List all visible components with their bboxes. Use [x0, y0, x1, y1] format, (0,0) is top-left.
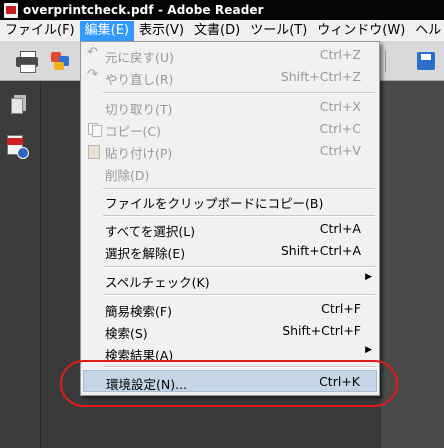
menu-file[interactable]: ファイル(F) — [0, 21, 80, 41]
undo-icon — [87, 45, 100, 61]
menu-help[interactable]: ヘル — [410, 21, 444, 41]
menu-item-shortcut: Ctrl+A — [319, 221, 361, 236]
page-thumbnails-icon[interactable] — [11, 95, 27, 115]
menu-item-shortcut: Ctrl+X — [319, 99, 361, 114]
submenu-arrow-icon: ▶ — [365, 345, 372, 355]
menu-item-label: ファイルをクリップボードにコピー(B) — [105, 196, 324, 211]
highlight-circle-annotation — [60, 360, 398, 407]
menu-bar: ファイル(F) 編集(E) 表示(V) 文書(D) ツール(T) ウィンドウ(W… — [0, 20, 444, 42]
menu-item-copy: コピー(C) Ctrl+C — [83, 118, 377, 140]
menu-item-label: 元に戻す(U) — [105, 50, 174, 65]
save-icon[interactable] — [414, 48, 440, 74]
menu-item-label: 検索(S) — [105, 326, 148, 341]
copy-icon — [87, 122, 102, 137]
menu-item-label: 簡易検索(F) — [105, 304, 172, 319]
print-icon[interactable] — [14, 48, 40, 74]
menu-item-search[interactable]: 検索(S) Shift+Ctrl+F — [83, 320, 377, 342]
menu-item-label: すべてを選択(L) — [105, 224, 196, 239]
menu-item-quick-find[interactable]: 簡易検索(F) Ctrl+F — [83, 298, 377, 320]
menu-separator — [103, 266, 375, 268]
menu-item-label: コピー(C) — [105, 124, 161, 139]
toolbar-separator — [385, 50, 386, 72]
menu-item-shortcut: Ctrl+C — [319, 121, 361, 136]
menu-item-redo: やり直し(R) Shift+Ctrl+Z — [83, 66, 377, 88]
menu-document[interactable]: 文書(D) — [189, 21, 245, 41]
menu-item-select-all[interactable]: すべてを選択(L) Ctrl+A — [83, 218, 377, 240]
menu-item-undo: 元に戻す(U) Ctrl+Z — [83, 44, 377, 66]
menu-item-shortcut: Shift+Ctrl+F — [282, 323, 361, 338]
submenu-arrow-icon: ▶ — [365, 272, 372, 282]
edit-menu-dropdown: 元に戻す(U) Ctrl+Z やり直し(R) Shift+Ctrl+Z 切り取り… — [80, 41, 380, 396]
menu-separator — [103, 92, 375, 94]
menu-item-copy-file-to-clipboard[interactable]: ファイルをクリップボードにコピー(B) — [83, 190, 377, 212]
menu-item-spell-check[interactable]: スペルチェック(K) ▶ — [83, 269, 377, 291]
menu-item-label: 選択を解除(E) — [105, 246, 186, 261]
redo-icon — [87, 67, 100, 83]
collaborate-icon[interactable] — [48, 48, 74, 74]
window-title: overprintcheck.pdf - Adobe Reader — [23, 3, 264, 17]
menu-window[interactable]: ウィンドウ(W) — [312, 21, 410, 41]
menu-edit[interactable]: 編集(E) — [79, 20, 134, 41]
menu-item-cut: 切り取り(T) Ctrl+X — [83, 96, 377, 118]
menu-item-shortcut: Shift+Ctrl+A — [280, 243, 361, 258]
menu-item-label: 削除(D) — [105, 168, 150, 183]
menu-item-label: スペルチェック(K) — [105, 275, 210, 290]
menu-item-deselect-all[interactable]: 選択を解除(E) Shift+Ctrl+A — [83, 240, 377, 262]
menu-view[interactable]: 表示(V) — [134, 21, 189, 41]
paste-icon — [87, 144, 100, 159]
menu-item-shortcut: Ctrl+F — [321, 301, 361, 316]
menu-separator — [103, 294, 375, 296]
menu-item-shortcut: Ctrl+Z — [319, 47, 361, 62]
menu-item-label: 貼り付け(P) — [105, 146, 173, 161]
menu-item-paste: 貼り付け(P) Ctrl+V — [83, 140, 377, 162]
navigation-panel — [0, 81, 41, 448]
document-properties-icon[interactable] — [7, 135, 33, 161]
menu-tools[interactable]: ツール(T) — [245, 21, 312, 41]
pdf-icon — [4, 2, 18, 18]
menu-item-label: やり直し(R) — [105, 72, 174, 87]
menu-item-delete: 削除(D) — [83, 162, 377, 184]
menu-item-shortcut: Ctrl+V — [319, 143, 361, 158]
menu-item-label: 切り取り(T) — [105, 102, 173, 117]
title-bar: overprintcheck.pdf - Adobe Reader — [0, 0, 444, 20]
menu-item-shortcut: Shift+Ctrl+Z — [280, 69, 361, 84]
menu-separator — [103, 215, 375, 217]
